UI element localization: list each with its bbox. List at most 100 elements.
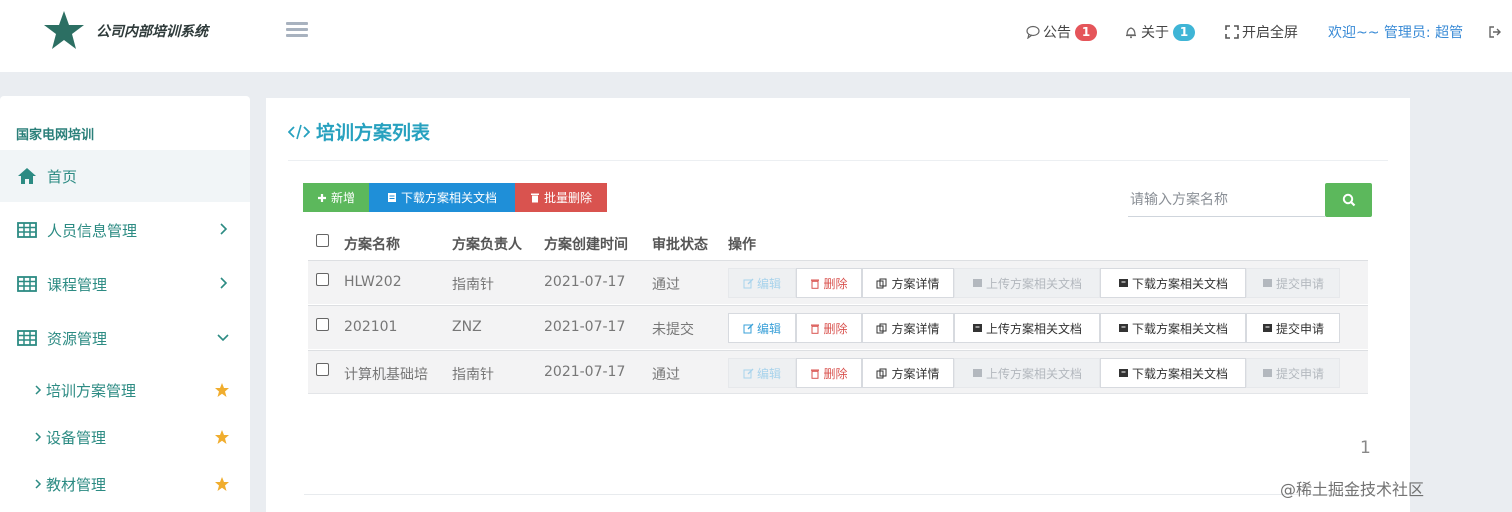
- edit-label: 编辑: [756, 321, 781, 336]
- archive-icon: [972, 324, 982, 332]
- download-docs-button[interactable]: 下载方案相关文档: [369, 183, 515, 212]
- download-docs-row-button[interactable]: 下载方案相关文档: [1100, 358, 1246, 388]
- download-docs-row-label: 下载方案相关文档: [1131, 321, 1228, 336]
- batch-delete-label: 批量删除: [543, 191, 592, 205]
- archive-icon: [1262, 279, 1272, 287]
- delete-label: 删除: [823, 276, 848, 291]
- chevron-right-icon: [220, 277, 228, 289]
- menu-toggle-icon[interactable]: [286, 22, 308, 40]
- top-header: 公司内部培训系统 公告 1 关于 1 开启全屏 欢迎~~ 管理员: 超管: [0, 0, 1512, 72]
- copy-icon: [876, 368, 887, 378]
- sidebar-item-courses[interactable]: 课程管理: [0, 258, 250, 310]
- cell-owner: ZNZ: [452, 319, 482, 335]
- search-input[interactable]: [1128, 184, 1325, 217]
- star-icon: [215, 477, 229, 491]
- trash-icon: [811, 324, 820, 334]
- column-header-actions: 操作: [728, 237, 756, 253]
- title-divider: [288, 160, 1388, 161]
- submit-label: 提交申请: [1275, 276, 1324, 291]
- sidebar-item-label: 资源管理: [47, 329, 108, 348]
- archive-icon: [972, 279, 982, 287]
- document-icon: [387, 193, 396, 202]
- fullscreen-label: 开启全屏: [1242, 25, 1298, 41]
- submit-button[interactable]: 提交申请: [1246, 313, 1340, 343]
- submit-button[interactable]: 提交申请: [1246, 268, 1340, 298]
- about-label: 关于: [1141, 25, 1169, 41]
- welcome-text: 欢迎~~ 管理员: 超管: [1328, 25, 1464, 41]
- upload-docs-label: 上传方案相关文档: [985, 366, 1082, 381]
- delete-button[interactable]: 删除: [796, 358, 862, 388]
- logout-icon[interactable]: [1488, 22, 1505, 42]
- sidebar-subitem-equipment[interactable]: 设备管理: [0, 417, 250, 457]
- delete-label: 删除: [823, 321, 848, 336]
- sidebar-title: 国家电网培训: [16, 128, 95, 143]
- edit-button[interactable]: 编辑: [728, 358, 796, 388]
- upload-docs-button[interactable]: 上传方案相关文档: [954, 313, 1100, 343]
- download-docs-row-label: 下载方案相关文档: [1131, 276, 1228, 291]
- archive-icon: [1262, 369, 1272, 377]
- delete-button[interactable]: 删除: [796, 313, 862, 343]
- cell-created: 2021-07-17: [544, 319, 626, 335]
- detail-label: 方案详情: [891, 321, 940, 336]
- download-docs-row-button[interactable]: 下载方案相关文档: [1100, 268, 1246, 298]
- sidebar-subitem-textbooks[interactable]: 教材管理: [0, 464, 250, 504]
- cell-name: 202101: [344, 319, 398, 335]
- watermark: @稀土掘金技术社区: [1280, 480, 1425, 499]
- fullscreen-button[interactable]: 开启全屏: [1225, 22, 1298, 42]
- sidebar-item-home[interactable]: 首页: [0, 150, 250, 202]
- edit-button[interactable]: 编辑: [728, 313, 796, 343]
- row-checkbox[interactable]: [316, 363, 329, 376]
- notice-button[interactable]: 公告 1: [1026, 22, 1097, 42]
- detail-button[interactable]: 方案详情: [862, 268, 954, 298]
- detail-button[interactable]: 方案详情: [862, 313, 954, 343]
- footer-divider: [304, 494, 1376, 495]
- logo-text: 公司内部培训系统: [96, 24, 208, 40]
- submit-label: 提交申请: [1275, 366, 1324, 381]
- edit-icon: [743, 278, 754, 288]
- delete-label: 删除: [823, 366, 848, 381]
- sidebar-item-label: 课程管理: [47, 275, 108, 294]
- sidebar-item-resources[interactable]: 资源管理: [0, 312, 250, 364]
- chevron-right-icon: [35, 432, 42, 442]
- copy-icon: [876, 278, 887, 288]
- sidebar-item-personnel[interactable]: 人员信息管理: [0, 204, 250, 256]
- search-button[interactable]: [1325, 183, 1372, 217]
- edit-label: 编辑: [756, 366, 781, 381]
- page-title: 培训方案列表: [288, 118, 430, 145]
- edit-icon: [743, 323, 754, 333]
- column-header-created: 方案创建时间: [544, 237, 628, 253]
- logo[interactable]: 公司内部培训系统: [42, 6, 212, 56]
- archive-icon: [1118, 369, 1128, 377]
- pagination-page-current[interactable]: 1: [1360, 438, 1371, 458]
- table-icon: [17, 328, 37, 348]
- upload-docs-button[interactable]: 上传方案相关文档: [954, 268, 1100, 298]
- download-docs-row-button[interactable]: 下载方案相关文档: [1100, 313, 1246, 343]
- sidebar: 国家电网培训 首页 人员信息管理 课程管理 资源管理 培训方案管理 设备管理 教…: [0, 96, 250, 512]
- welcome-user-link[interactable]: 欢迎~~ 管理员: 超管: [1328, 22, 1463, 42]
- submit-button[interactable]: 提交申请: [1246, 358, 1340, 388]
- bell-icon: [1126, 27, 1136, 39]
- upload-docs-label: 上传方案相关文档: [985, 276, 1082, 291]
- download-docs-label: 下载方案相关文档: [400, 191, 497, 205]
- row-checkbox[interactable]: [316, 318, 329, 331]
- detail-label: 方案详情: [891, 276, 940, 291]
- copy-icon: [876, 323, 887, 333]
- star-logo-icon: [44, 11, 84, 49]
- about-button[interactable]: 关于 1: [1124, 22, 1195, 42]
- batch-delete-button[interactable]: 批量删除: [515, 183, 607, 212]
- cell-owner: 指南针: [452, 277, 494, 293]
- column-header-owner: 方案负责人: [452, 237, 522, 253]
- submit-label: 提交申请: [1275, 321, 1324, 336]
- plus-icon: [317, 193, 326, 202]
- cell-name: HLW202: [344, 274, 402, 290]
- sidebar-subitem-training-plans[interactable]: 培训方案管理: [0, 370, 250, 410]
- star-icon: [215, 383, 229, 397]
- select-all-checkbox[interactable]: [316, 234, 329, 247]
- delete-button[interactable]: 删除: [796, 268, 862, 298]
- edit-button[interactable]: 编辑: [728, 268, 796, 298]
- add-button[interactable]: 新增: [303, 183, 369, 212]
- detail-button[interactable]: 方案详情: [862, 358, 954, 388]
- sidebar-subitem-label: 培训方案管理: [46, 381, 137, 400]
- row-checkbox[interactable]: [316, 273, 329, 286]
- upload-docs-button[interactable]: 上传方案相关文档: [954, 358, 1100, 388]
